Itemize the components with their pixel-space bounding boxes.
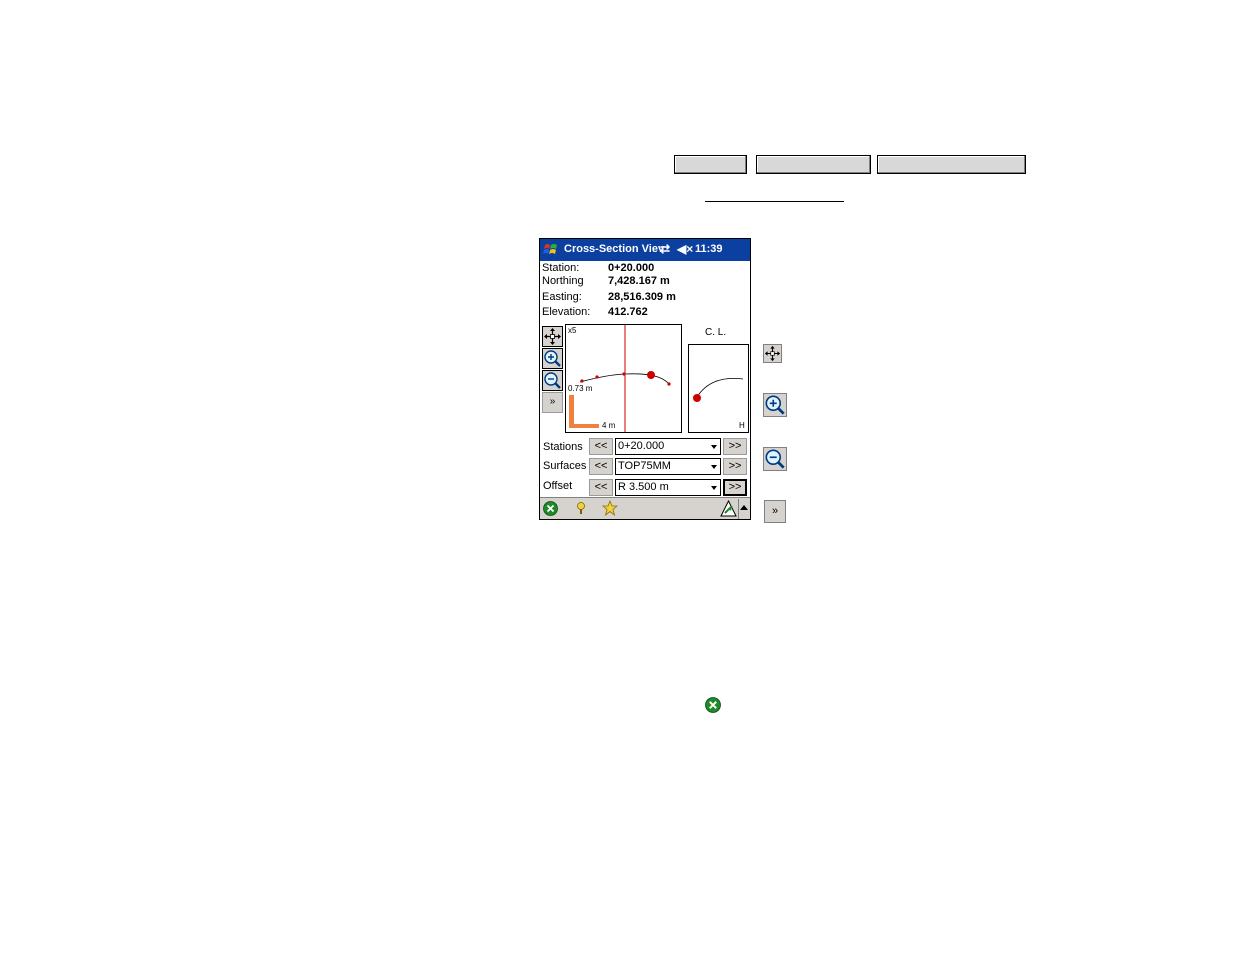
cross-section-plot[interactable]: x5 0.73 m 4 m [565, 324, 682, 433]
doc-tab-button-1[interactable] [674, 155, 747, 174]
doc-tab-button-3[interactable] [877, 155, 1026, 174]
centerline-plot[interactable]: H [688, 344, 749, 433]
current-position-marker [647, 371, 655, 379]
doc-link-underline [705, 201, 844, 202]
legend-zoom-in [763, 393, 787, 417]
command-bar [540, 497, 750, 519]
favorites-icon[interactable] [602, 500, 618, 516]
offset-prev-button[interactable]: << [589, 479, 613, 496]
zoom-out-button[interactable] [542, 370, 563, 391]
surfaces-select[interactable]: TOP75MM [615, 458, 721, 475]
alignment-line [696, 378, 744, 398]
windows-start-icon[interactable] [542, 241, 560, 259]
zoom-extents-icon [764, 345, 781, 362]
offset-select[interactable]: R 3.500 m [615, 479, 721, 496]
next-label: >> [728, 460, 742, 472]
surfaces-label: Surfaces [543, 460, 587, 472]
northing-value: 7,428.167 m [608, 275, 670, 287]
horizontal-scale-label: 4 m [602, 421, 616, 430]
easting-label: Easting: [542, 291, 582, 303]
next-label: >> [728, 481, 742, 493]
next-label: >> [728, 440, 742, 452]
cl-position-marker [693, 394, 701, 402]
surfaces-next-button[interactable]: >> [723, 458, 747, 475]
surfaces-prev-button[interactable]: << [589, 458, 613, 475]
help-icon[interactable] [575, 501, 587, 516]
arrow-up-icon[interactable] [740, 504, 748, 510]
offset-value: R 3.500 m [618, 481, 669, 493]
stations-next-button[interactable]: >> [723, 438, 747, 455]
speaker-muted-icon[interactable]: ◀× [677, 242, 693, 256]
more-tools-label: » [549, 396, 556, 407]
cross-section-graphic [569, 325, 671, 432]
horizontal-scale-bar [569, 424, 599, 428]
centerline-graphic [693, 378, 744, 402]
zoom-out-icon [544, 372, 561, 389]
legend-more-label: » [771, 505, 779, 517]
surfaces-value: TOP75MM [618, 460, 671, 472]
offset-next-button[interactable]: >> [723, 479, 747, 496]
chevron-down-icon [711, 445, 717, 449]
more-tools-button[interactable]: » [542, 392, 563, 413]
chevron-down-icon [711, 465, 717, 469]
title-bar: Cross-Section Viev ⇄ ◀× 11:39 [540, 239, 750, 261]
sync-icon[interactable]: ⇄ [660, 242, 670, 256]
prev-label: << [594, 440, 608, 452]
station-label: Station: [542, 262, 580, 274]
close-icon [705, 697, 721, 713]
vertical-exaggeration: x5 [568, 326, 577, 335]
zoom-in-button[interactable] [542, 348, 563, 369]
stations-value: 0+20.000 [618, 440, 665, 452]
cl-label: C. L. [705, 327, 727, 338]
close-icon[interactable] [543, 501, 558, 516]
window-title: Cross-Section Viev [564, 243, 665, 255]
offset-label: Offset [543, 480, 573, 492]
stations-prev-button[interactable]: << [589, 438, 613, 455]
zoom-in-icon [765, 395, 785, 415]
cl-corner-label: H [739, 421, 745, 430]
gps-status-icon[interactable] [720, 500, 737, 517]
stations-select[interactable]: 0+20.000 [615, 438, 721, 455]
profile-point [622, 372, 626, 376]
zoom-extents-icon [544, 328, 561, 345]
profile-point [580, 379, 584, 383]
stations-label: Stations [543, 441, 583, 453]
chevron-down-icon [711, 486, 717, 490]
elevation-value: 412.762 [608, 306, 648, 318]
prev-label: << [594, 481, 608, 493]
legend-zoom-extents [763, 344, 782, 363]
legend-zoom-out [763, 447, 787, 471]
northing-label: Northing [542, 275, 584, 287]
zoom-in-icon [544, 350, 561, 367]
zoom-out-icon [765, 449, 785, 469]
vertical-scale-bar [569, 395, 574, 427]
profile-point [595, 375, 599, 379]
station-value: 0+20.000 [608, 262, 655, 274]
prev-label: << [594, 460, 608, 472]
elevation-label: Elevation: [542, 306, 591, 318]
zoom-extents-button[interactable] [542, 326, 563, 347]
easting-value: 28,516.309 m [608, 291, 676, 303]
divider [738, 499, 739, 519]
clock-time[interactable]: 11:39 [695, 243, 723, 255]
device-screen: Cross-Section Viev ⇄ ◀× 11:39 Station: 0… [539, 238, 751, 520]
doc-tab-button-2[interactable] [756, 155, 871, 174]
legend-more-button: » [764, 500, 786, 523]
profile-point [667, 382, 671, 386]
vertical-scale-label: 0.73 m [568, 384, 593, 393]
